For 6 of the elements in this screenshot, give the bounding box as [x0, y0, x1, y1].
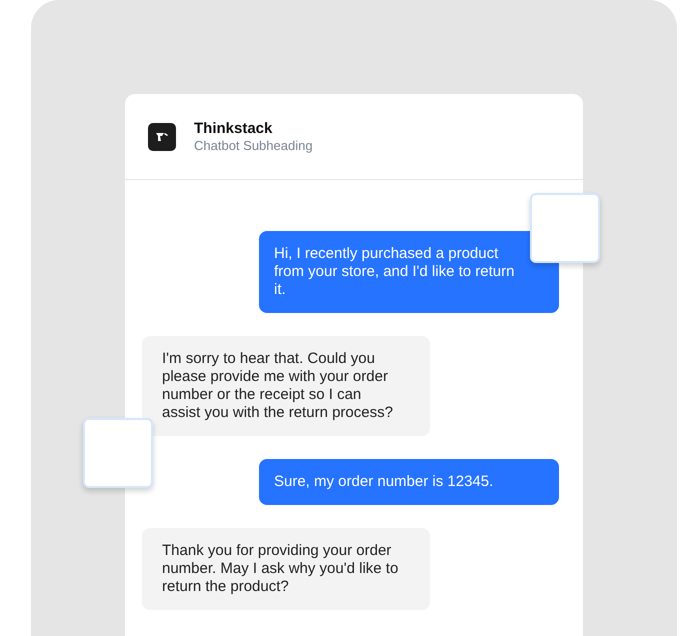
chatbot-title: Thinkstack	[194, 120, 274, 137]
bot-message: Thank you for providing your order number. May I ask why you'd like to return the product?	[142, 528, 430, 610]
user-message: Hi, I recently purchased a product from your store, and I'd like to return it.	[259, 231, 559, 313]
user-message: Sure, my order number is 12345.	[259, 459, 559, 505]
chatbot-subtitle: Chatbot Subheading	[194, 138, 313, 153]
bot-message: I'm sorry to hear that. Could you please provide me with your order number or the receipt so I can assist you with the return process?	[142, 336, 430, 436]
